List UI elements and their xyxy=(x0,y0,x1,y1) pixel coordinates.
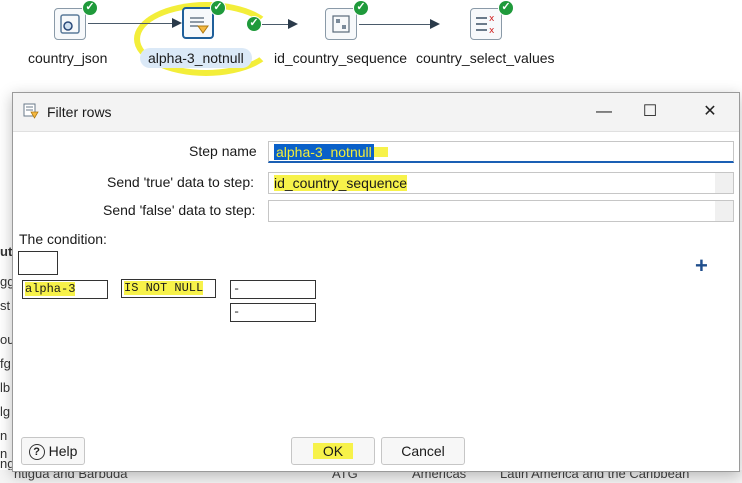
dialog-title: Filter rows xyxy=(47,104,112,120)
hop-line xyxy=(359,24,431,25)
hop-arrow-icon xyxy=(172,18,182,28)
ok-button-label: OK xyxy=(312,443,354,459)
condition-label: The condition: xyxy=(19,231,107,247)
maximize-button[interactable]: ☐ xyxy=(627,93,673,131)
condition-value-text: - xyxy=(233,305,241,319)
step-name-value: alpha-3_notnull xyxy=(274,144,374,160)
condition-field-value: alpha-3 xyxy=(25,282,76,296)
plus-icon[interactable]: + xyxy=(695,253,708,279)
condition-field[interactable]: alpha-3 xyxy=(22,280,108,299)
step-label: country_json xyxy=(28,50,108,66)
hop-line xyxy=(88,23,178,24)
json-input-icon xyxy=(54,8,86,40)
condition-operator-value: IS NOT NULL xyxy=(124,281,204,295)
dropdown-button[interactable] xyxy=(715,173,733,193)
hop-arrow-icon xyxy=(430,19,440,29)
filter-icon xyxy=(23,103,39,122)
false-step-label: Send 'false' data to step: xyxy=(103,202,256,218)
minimize-button[interactable]: — xyxy=(581,93,627,131)
check-icon: ✓ xyxy=(246,16,262,32)
help-button-label: Help xyxy=(48,443,78,459)
step-name-label: Step name xyxy=(189,143,257,159)
condition-operator[interactable]: IS NOT NULL xyxy=(121,279,216,298)
help-button[interactable]: ? Help xyxy=(21,437,85,465)
check-icon: ✓ xyxy=(82,0,98,16)
hop-arrow-icon xyxy=(288,19,298,29)
true-step-label: Send 'true' data to step: xyxy=(107,174,254,190)
highlight-annotation xyxy=(373,147,388,157)
check-icon: ✓ xyxy=(210,0,226,16)
filter-rows-icon xyxy=(182,7,214,39)
help-icon: ? xyxy=(28,444,45,461)
filter-rows-dialog: Filter rows — ☐ ✕ Step name alpha-3_notn… xyxy=(12,92,740,472)
true-step-value: id_country_sequence xyxy=(274,175,408,191)
step-label: id_country_sequence xyxy=(274,50,408,66)
ok-button[interactable]: OK xyxy=(291,437,375,465)
true-step-select[interactable]: id_country_sequence xyxy=(268,172,734,194)
cancel-button[interactable]: Cancel xyxy=(381,437,465,465)
check-icon: ✓ xyxy=(498,0,514,16)
dialog-titlebar[interactable]: Filter rows — ☐ ✕ xyxy=(13,93,739,132)
sequence-icon xyxy=(325,8,357,40)
close-button[interactable]: ✕ xyxy=(687,93,733,131)
dropdown-button[interactable] xyxy=(715,201,733,221)
condition-value-field[interactable]: - xyxy=(230,280,316,299)
svg-text:x: x xyxy=(489,14,495,24)
select-values-icon: x x xyxy=(470,8,502,40)
condition-value-exact[interactable]: - xyxy=(230,303,316,322)
step-label: alpha-3_notnull xyxy=(140,48,252,68)
false-step-select[interactable] xyxy=(268,200,734,222)
step-name-input[interactable]: alpha-3_notnull xyxy=(268,141,734,163)
step-label: country_select_values xyxy=(416,50,555,66)
cancel-button-label: Cancel xyxy=(401,443,445,459)
check-icon: ✓ xyxy=(353,0,369,16)
condition-negate-toggle[interactable] xyxy=(18,251,58,275)
svg-text:x: x xyxy=(489,26,495,36)
condition-value-text: - xyxy=(233,282,241,296)
